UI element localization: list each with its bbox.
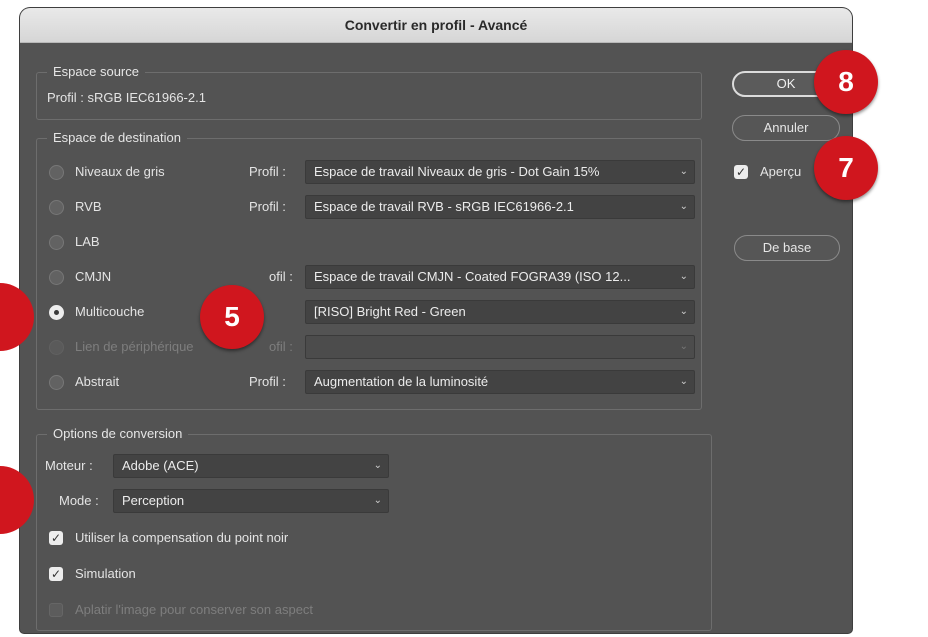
source-profile-text: Profil : sRGB IEC61966-2.1: [47, 90, 206, 105]
conversion-options-legend: Options de conversion: [47, 426, 189, 441]
chevron-down-icon: ⌄: [373, 495, 382, 506]
cancel-button[interactable]: Annuler: [732, 115, 840, 141]
label-multicouche: Multicouche: [75, 304, 145, 319]
destination-space-group: Espace de destination Niveaux de gris Pr…: [36, 130, 702, 410]
chevron-down-icon: ⌄: [679, 271, 688, 282]
engine-select[interactable]: Adobe (ACE) ⌄: [113, 454, 389, 478]
profile-select-niveaux-de-gris[interactable]: Espace de travail Niveaux de gris - Dot …: [305, 160, 695, 184]
profile-select-value: Espace de travail RVB - sRGB IEC61966-2.…: [314, 199, 574, 214]
badge-5: 5: [200, 285, 264, 349]
label-cmjn: CMJN: [75, 269, 112, 284]
preview-checkbox[interactable]: ✓: [734, 165, 748, 179]
profile-select-cmjn[interactable]: Espace de travail CMJN - Coated FOGRA39 …: [305, 265, 695, 289]
chevron-down-icon: ⌄: [679, 376, 688, 387]
simulation-checkbox[interactable]: ✓: [49, 567, 63, 581]
profil-label: Profil :: [249, 374, 286, 389]
badge-8: 8: [814, 50, 878, 114]
label-niveaux-de-gris: Niveaux de gris: [75, 164, 165, 179]
engine-select-value: Adobe (ACE): [122, 458, 199, 473]
source-space-group: Espace source Profil : sRGB IEC61966-2.1: [36, 64, 702, 120]
destination-space-legend: Espace de destination: [47, 130, 187, 145]
profil-label: Profil :: [249, 199, 286, 214]
radio-multicouche[interactable]: [49, 305, 64, 320]
profile-select-value: Espace de travail Niveaux de gris - Dot …: [314, 164, 600, 179]
convert-profile-dialog: Convertir en profil - Avancé Espace sour…: [20, 8, 852, 633]
basic-button[interactable]: De base: [734, 235, 840, 261]
radio-cmjn[interactable]: [49, 270, 64, 285]
chevron-down-icon: ⌄: [679, 306, 688, 317]
radio-lab[interactable]: [49, 235, 64, 250]
flatten-checkbox: ✓: [49, 603, 63, 617]
preview-label: Aperçu: [760, 164, 802, 179]
mode-select-value: Perception: [122, 493, 185, 508]
profile-select-value: [RISO] Bright Red - Green: [314, 304, 466, 319]
mode-label: Mode :: [59, 493, 99, 508]
profile-select-rvb[interactable]: Espace de travail RVB - sRGB IEC61966-2.…: [305, 195, 695, 219]
chevron-down-icon: ⌄: [679, 166, 688, 177]
profile-select-multicouche[interactable]: [RISO] Bright Red - Green ⌄: [305, 300, 695, 324]
profile-select-abstrait[interactable]: Augmentation de la luminosité ⌄: [305, 370, 695, 394]
badge-7: 7: [814, 136, 878, 200]
profile-select-lien-disabled: ⌄: [305, 335, 695, 359]
chevron-down-icon: ⌄: [679, 201, 688, 212]
chevron-down-icon: ⌄: [373, 460, 382, 471]
label-rvb: RVB: [75, 199, 102, 214]
label-lab: LAB: [75, 234, 100, 249]
engine-label: Moteur :: [45, 458, 93, 473]
radio-rvb[interactable]: [49, 200, 64, 215]
profil-label-partial: ofil :: [269, 269, 293, 284]
label-abstrait: Abstrait: [75, 374, 120, 389]
label-lien-de-peripherique: Lien de périphérique: [75, 339, 194, 354]
profile-select-value: Augmentation de la luminosité: [314, 374, 489, 389]
profil-label-partial-disabled: ofil :: [269, 339, 293, 354]
source-space-legend: Espace source: [47, 64, 145, 79]
simulation-label: Simulation: [75, 566, 136, 581]
chevron-down-icon: ⌄: [679, 341, 688, 352]
flatten-label: Aplatir l'image pour conserver son aspec…: [75, 602, 314, 617]
radio-niveaux-de-gris[interactable]: [49, 165, 64, 180]
black-point-label: Utiliser la compensation du point noir: [75, 530, 289, 545]
conversion-options-group: Options de conversion Moteur : Adobe (AC…: [36, 426, 712, 631]
dialog-title: Convertir en profil - Avancé: [20, 8, 852, 43]
black-point-checkbox[interactable]: ✓: [49, 531, 63, 545]
radio-abstrait[interactable]: [49, 375, 64, 390]
mode-select[interactable]: Perception ⌄: [113, 489, 389, 513]
profil-label: Profil :: [249, 164, 286, 179]
radio-lien-de-peripherique: [49, 340, 64, 355]
profile-select-value: Espace de travail CMJN - Coated FOGRA39 …: [314, 269, 631, 284]
